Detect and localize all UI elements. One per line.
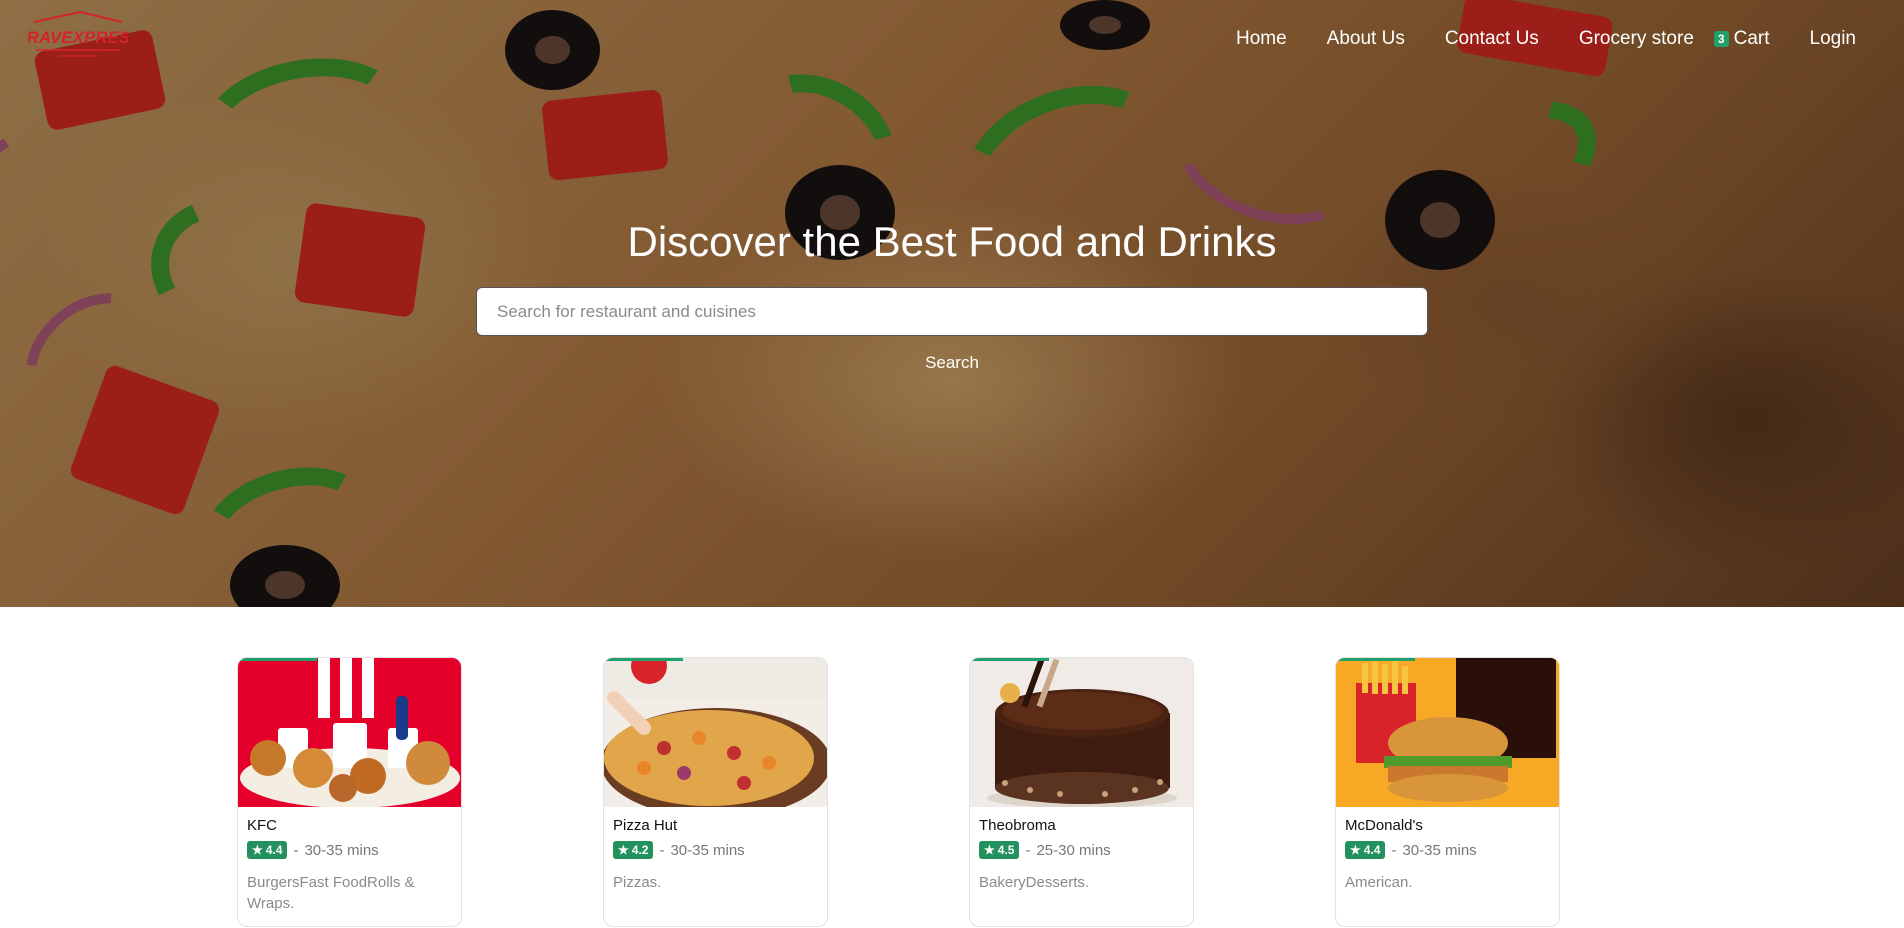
restaurant-name: KFC xyxy=(247,817,277,834)
meta-separator: - xyxy=(1025,841,1031,859)
restaurant-name: Theobroma xyxy=(979,817,1056,834)
rating-badge: ★ 4.2 xyxy=(613,841,654,859)
meta-separator: - xyxy=(1391,841,1397,859)
restaurant-image xyxy=(1336,658,1559,807)
delivery-time: 30-35 mins xyxy=(1402,841,1477,859)
pizza-food-image xyxy=(604,658,827,807)
rating-badge: ★ 4.4 xyxy=(1345,841,1386,859)
restaurant-meta: ★ 4.4 - 30-35 mins xyxy=(1345,841,1550,859)
svg-text:CRAVEXPRESS: CRAVEXPRESS xyxy=(28,28,128,47)
star-icon: ★ xyxy=(984,843,995,857)
rating-value: 4.5 xyxy=(997,843,1015,857)
nav-home[interactable]: Home xyxy=(1236,28,1287,50)
search-input[interactable] xyxy=(497,301,1407,322)
search-button[interactable]: Search xyxy=(925,353,979,372)
kfc-food-image xyxy=(240,658,460,807)
hero-banner: CRAVEXPRESS Home About Us Contact Us Gro… xyxy=(0,0,1904,607)
search-button-row: Search xyxy=(0,353,1904,373)
delivery-time: 25-30 mins xyxy=(1036,841,1111,859)
restaurant-cuisine: American. xyxy=(1345,874,1413,891)
meta-separator: - xyxy=(659,841,665,859)
star-icon: ★ xyxy=(618,843,629,857)
rating-badge: ★ 4.5 xyxy=(979,841,1020,859)
brand-logo[interactable]: CRAVEXPRESS xyxy=(14,8,142,66)
restaurant-image xyxy=(970,658,1193,807)
restaurant-name: McDonald's xyxy=(1345,817,1423,834)
delivery-time: 30-35 mins xyxy=(670,841,745,859)
restaurant-image xyxy=(604,658,827,807)
nav-contact-us[interactable]: Contact Us xyxy=(1445,28,1539,50)
restaurant-card-theobroma[interactable]: Theobroma ★ 4.5 - 25-30 mins BakeryDesser… xyxy=(969,657,1194,927)
restaurant-card-mcdonalds[interactable]: McDonald's ★ 4.4 - 30-35 mins American. xyxy=(1335,657,1560,927)
cart-count-badge: 3 xyxy=(1713,31,1729,47)
rating-value: 4.4 xyxy=(1363,843,1381,857)
nav-cart[interactable]: 3 Cart xyxy=(1713,28,1770,50)
logo-icon: CRAVEXPRESS xyxy=(14,10,142,57)
restaurant-card-kfc[interactable]: KFC ★ 4.4 - 30-35 mins BurgersFast FoodRo… xyxy=(237,657,462,927)
cart-label: Cart xyxy=(1733,28,1770,49)
restaurant-image xyxy=(238,658,461,807)
restaurant-cuisine: BakeryDesserts. xyxy=(979,874,1090,891)
mcd-food-image xyxy=(1336,658,1559,807)
restaurant-cuisine: Pizzas. xyxy=(613,874,662,891)
delivery-time: 30-35 mins xyxy=(304,841,379,859)
restaurant-meta: ★ 4.5 - 25-30 mins xyxy=(979,841,1184,859)
star-icon: ★ xyxy=(252,843,263,857)
nav-about-us[interactable]: About Us xyxy=(1327,28,1405,50)
rating-value: 4.4 xyxy=(265,843,283,857)
restaurant-meta: ★ 4.4 - 30-35 mins xyxy=(247,841,452,859)
search-box xyxy=(476,287,1428,336)
nav-login[interactable]: Login xyxy=(1810,28,1857,50)
hero-title: Discover the Best Food and Drinks xyxy=(627,218,1277,265)
rating-value: 4.2 xyxy=(631,843,649,857)
rating-badge: ★ 4.4 xyxy=(247,841,288,859)
restaurant-name: Pizza Hut xyxy=(613,817,678,834)
restaurant-meta: ★ 4.2 - 30-35 mins xyxy=(613,841,818,859)
meta-separator: - xyxy=(293,841,299,859)
restaurant-card-pizza-hut[interactable]: Pizza Hut ★ 4.2 - 30-35 mins Pizzas. xyxy=(603,657,828,927)
main-nav: Home About Us Contact Us Grocery store 3… xyxy=(1236,28,1856,50)
nav-grocery-store[interactable]: Grocery store xyxy=(1579,28,1694,50)
cake-food-image xyxy=(970,658,1193,807)
star-icon: ★ xyxy=(1350,843,1361,857)
restaurant-cuisine: BurgersFast FoodRolls & Wraps. xyxy=(247,874,415,912)
